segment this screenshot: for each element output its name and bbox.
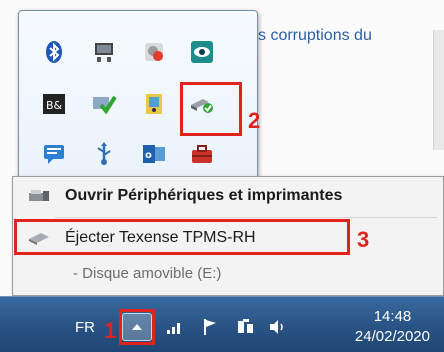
svg-text:o: o [145,150,152,161]
clock-date: 24/02/2020 [354,328,430,345]
highlight-box-step3 [14,219,350,255]
media-icon[interactable] [141,91,167,117]
eye-viewer-icon[interactable] [189,39,215,65]
signal-bars-icon[interactable] [166,317,184,337]
disk-utility-icon[interactable] [141,39,167,65]
network-icon[interactable] [236,317,256,337]
bs-app-icon[interactable]: B& [41,91,67,117]
clock-time: 14:48 [373,308,412,325]
action-center-flag-icon[interactable] [202,317,220,337]
highlight-box-step1 [119,309,155,345]
removable-disk-label: - Disque amovible (E:) [73,265,222,282]
document-text-fragment: s corruptions du [258,27,372,44]
document-scrollbar[interactable] [433,30,444,150]
language-indicator[interactable]: FR [75,319,95,336]
usb-icon[interactable] [91,141,117,167]
toolbox-icon[interactable] [189,141,215,167]
security-check-icon[interactable] [91,91,117,117]
svg-text:B&: B& [46,99,63,112]
network-drive-icon[interactable] [91,39,117,65]
annotation-number-1: 1 [104,318,117,343]
highlight-box-step2 [180,82,242,136]
volume-icon[interactable] [268,317,286,337]
chat-icon[interactable] [41,141,67,167]
printer-icon [27,187,51,205]
annotation-number-2: 2 [248,108,261,133]
outlook-icon[interactable]: o [141,141,167,167]
bluetooth-icon[interactable] [41,39,67,65]
menu-item-open-devices[interactable]: Ouvrir Périphériques et imprimantes [13,179,443,213]
taskbar: FR 14:48 24/02/2020 [0,296,444,352]
clock[interactable]: 14:48 24/02/2020 [355,307,430,347]
annotation-number-3: 3 [357,227,370,252]
menu-separator [55,217,437,218]
open-devices-label: Ouvrir Périphériques et imprimantes [65,187,343,204]
